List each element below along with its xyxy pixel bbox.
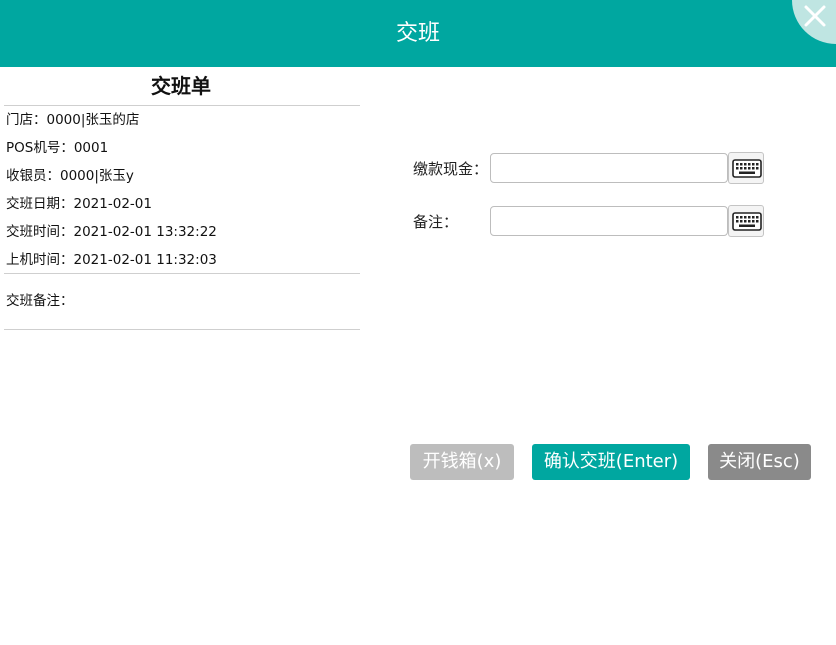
slip-handover-time: 交班时间：2021-02-01 13:32:22	[6, 224, 217, 240]
dialog-title: 交班	[395, 21, 440, 46]
slip-cashier: 收银员：0000|张玉y	[6, 168, 134, 184]
slip-title: 交班单	[151, 74, 211, 98]
slip-remark-label: 交班备注：	[6, 293, 74, 309]
slip-divider	[4, 273, 360, 274]
cash-input[interactable]	[490, 153, 728, 183]
remark-input[interactable]	[490, 206, 728, 236]
title-bar: 交班	[0, 0, 836, 67]
handover-dialog: 交班 交班单 门店：0000|张玉的店 POS机号：0001 收银员：0000|…	[0, 0, 836, 645]
slip-store: 门店：0000|张玉的店	[6, 112, 140, 128]
open-drawer-button[interactable]: 开钱箱(x)	[410, 444, 514, 480]
remark-keyboard-button[interactable]	[728, 205, 764, 237]
keyboard-icon	[732, 159, 762, 178]
remark-label: 备注：	[413, 213, 459, 231]
slip-pos-number: POS机号：0001	[6, 140, 109, 156]
cash-keyboard-button[interactable]	[728, 152, 764, 184]
confirm-handover-button[interactable]: 确认交班(Enter)	[532, 444, 690, 480]
slip-login-time: 上机时间：2021-02-01 11:32:03	[6, 252, 217, 268]
slip-handover-date: 交班日期：2021-02-01	[6, 196, 152, 212]
close-icon	[804, 5, 826, 27]
close-button[interactable]: 关闭(Esc)	[708, 444, 811, 480]
cash-label: 缴款现金：	[413, 160, 489, 178]
slip-divider	[4, 105, 360, 106]
keyboard-icon	[732, 212, 762, 231]
slip-divider	[4, 329, 360, 330]
